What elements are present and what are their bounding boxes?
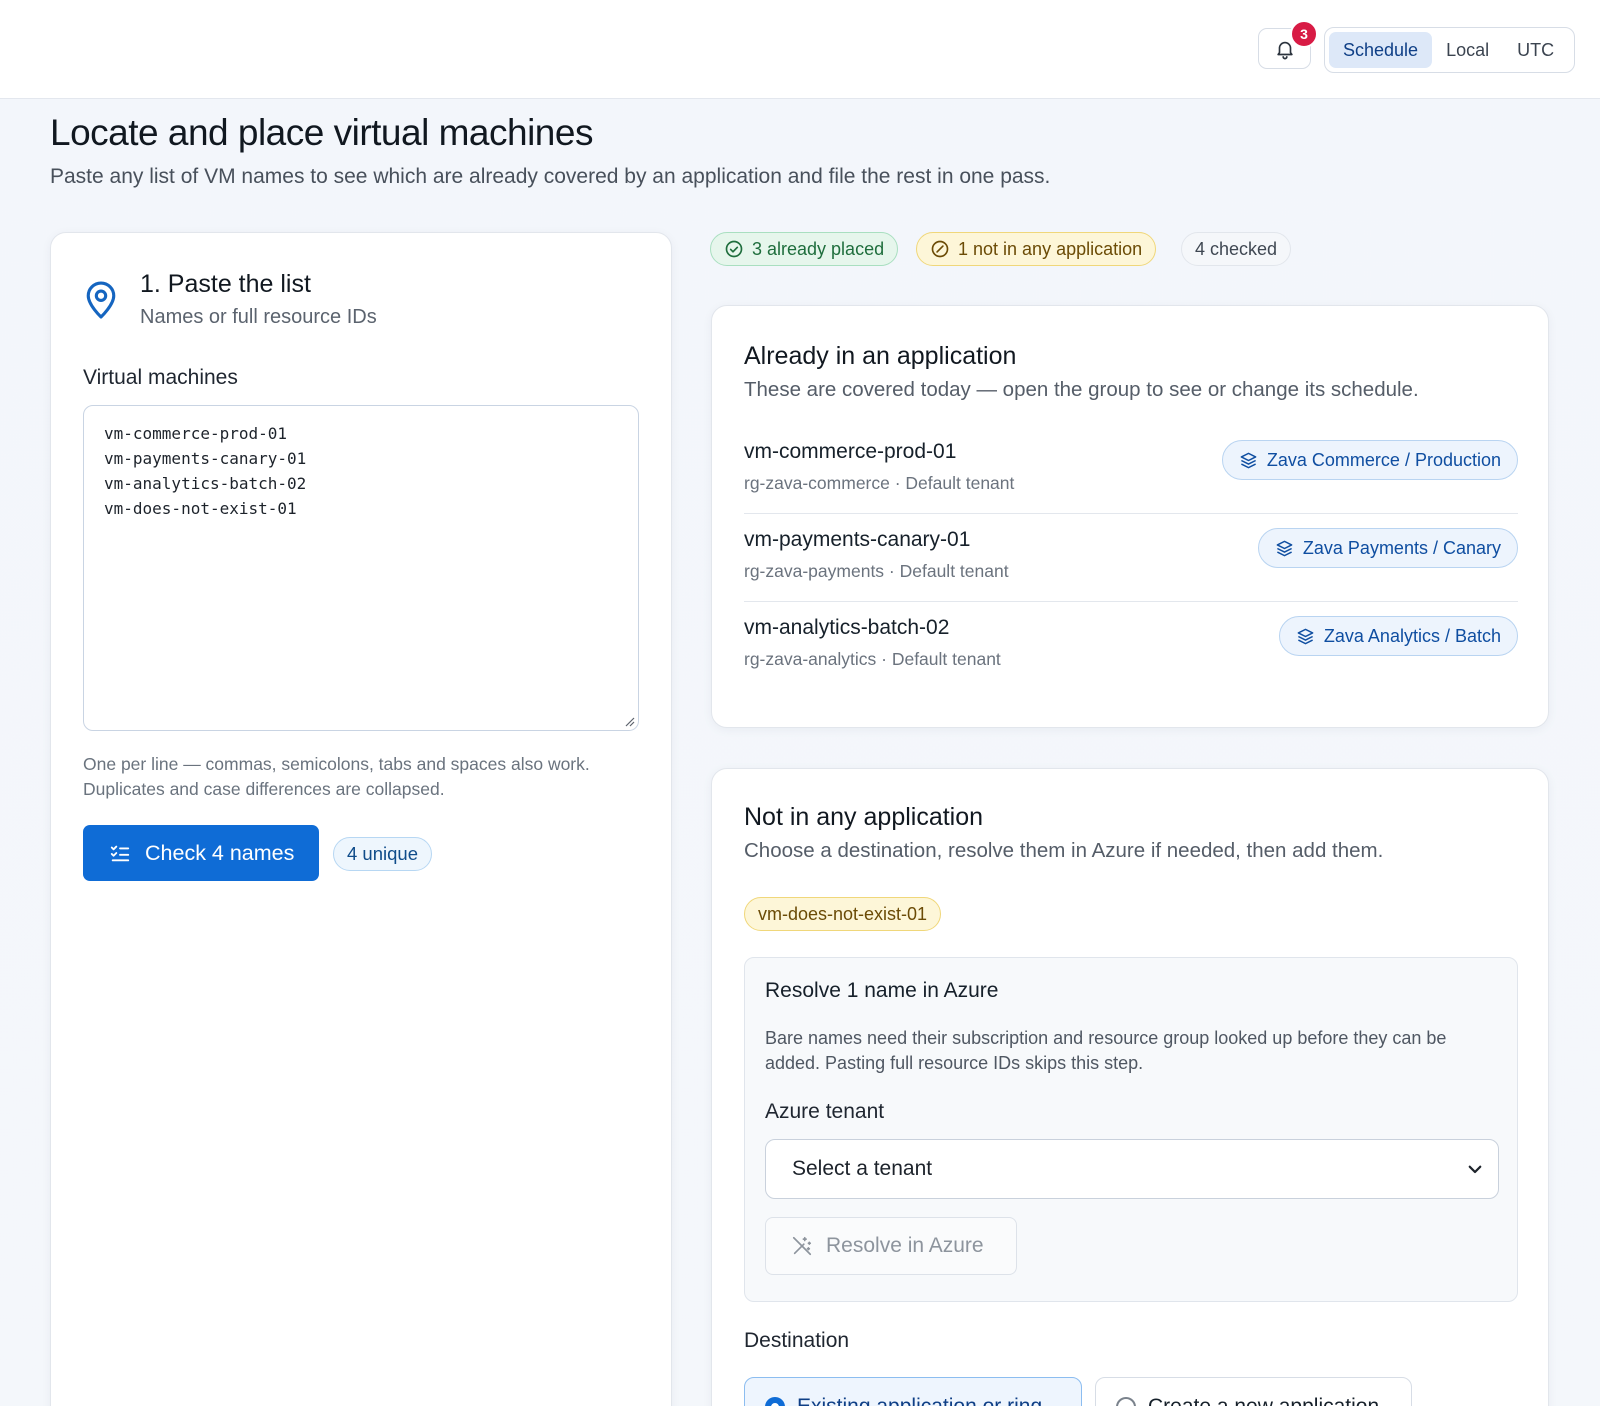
not-placed-count-pill: 1 not in any application (916, 232, 1157, 266)
not-placed-count-label: 1 not in any application (958, 238, 1143, 259)
timezone-toggle: Schedule Local UTC (1324, 27, 1575, 73)
page-title: Locate and place virtual machines (50, 112, 593, 153)
already-placed-subtitle: These are covered today — open the group… (744, 378, 1419, 401)
tz-option-schedule[interactable]: Schedule (1329, 32, 1433, 68)
checked-count-pill: 4 checked (1181, 232, 1292, 266)
application-link[interactable]: Zava Analytics / Batch (1278, 616, 1518, 656)
destination-label: Destination (744, 1329, 850, 1352)
unplaced-title: Not in any application (744, 803, 984, 831)
tz-option-local[interactable]: Local (1432, 32, 1503, 68)
vm-list-textarea[interactable]: vm-commerce-prod-01 vm-payments-canary-0… (83, 405, 639, 731)
unplaced-card: Not in any application Choose a destinat… (711, 768, 1549, 1406)
destination-new-radio[interactable]: Create a new application (1095, 1377, 1412, 1406)
unplaced-subtitle: Choose a destination, resolve them in Az… (744, 839, 1384, 862)
magic-wand-off-icon (792, 1236, 812, 1256)
layers-icon (1276, 540, 1293, 556)
step-title: 1. Paste the list (140, 270, 311, 298)
resolve-panel: Resolve 1 name in Azure Bare names need … (744, 957, 1518, 1302)
radio-selected-icon (765, 1397, 785, 1406)
step-subtitle: Names or full resource IDs (140, 306, 377, 328)
notification-count-badge: 3 (1290, 20, 1318, 48)
prohibited-icon (931, 240, 949, 258)
input-hint-line-1: One per line — commas, semicolons, tabs … (83, 754, 590, 774)
tenant-select[interactable]: Select a tenant (765, 1139, 1499, 1199)
paste-list-card: 1. Paste the list Names or full resource… (50, 232, 672, 1406)
input-hint-line-2: Duplicates and case differences are coll… (83, 779, 445, 799)
vm-list-label: Virtual machines (83, 366, 238, 389)
application-name: Zava Analytics / Batch (1323, 625, 1501, 646)
layers-icon (1240, 452, 1257, 468)
vm-name: vm-payments-canary-01 (744, 528, 971, 551)
vm-meta: rg-zava-commerce · Default tenant (744, 473, 1015, 493)
top-bar: 3 Schedule Local UTC (0, 0, 1600, 99)
resolve-button-label: Resolve in Azure (826, 1234, 984, 1257)
placed-count-pill: 3 already placed (710, 232, 899, 266)
tz-option-utc[interactable]: UTC (1503, 32, 1568, 68)
application-name: Zava Commerce / Production (1266, 449, 1501, 470)
checklist-icon (110, 845, 130, 862)
check-names-button[interactable]: Check 4 names (83, 825, 319, 881)
destination-existing-radio[interactable]: Existing application or ring (744, 1377, 1082, 1406)
placed-vm-row: vm-payments-canary-01 rg-zava-payments ·… (744, 514, 1518, 602)
unique-count-badge: 4 unique (333, 837, 432, 871)
chevron-down-icon (1468, 1165, 1482, 1174)
input-hint: One per line — commas, semicolons, tabs … (83, 752, 643, 802)
application-name: Zava Payments / Canary (1302, 537, 1501, 558)
placed-vm-row: vm-commerce-prod-01 rg-zava-commerce · D… (744, 426, 1518, 514)
destination-new-label: Create a new application (1148, 1395, 1379, 1406)
resolve-description: Bare names need their subscription and r… (765, 1028, 1447, 1073)
already-placed-card: Already in an application These are cove… (711, 305, 1549, 728)
resolve-in-azure-button[interactable]: Resolve in Azure (765, 1217, 1017, 1275)
location-pin-icon (86, 281, 116, 319)
already-placed-title: Already in an application (744, 342, 1017, 370)
application-link[interactable]: Zava Commerce / Production (1221, 440, 1518, 480)
check-names-label: Check 4 names (145, 840, 295, 865)
destination-existing-label: Existing application or ring (797, 1395, 1042, 1406)
tenant-select-value: Select a tenant (792, 1157, 933, 1180)
layers-icon (1297, 628, 1314, 644)
radio-unselected-icon (1116, 1397, 1136, 1406)
placed-vm-row: vm-analytics-batch-02 rg-zava-analytics … (744, 602, 1518, 690)
vm-name: vm-commerce-prod-01 (744, 440, 957, 463)
tenant-label: Azure tenant (765, 1100, 885, 1123)
resize-grip-icon[interactable] (625, 717, 635, 727)
check-circle-icon (725, 240, 743, 258)
placed-count-label: 3 already placed (752, 238, 885, 259)
application-link[interactable]: Zava Payments / Canary (1257, 528, 1518, 568)
vm-name: vm-analytics-batch-02 (744, 616, 950, 639)
unplaced-vm-chip: vm-does-not-exist-01 (744, 897, 942, 931)
resolve-title: Resolve 1 name in Azure (765, 979, 999, 1002)
vm-meta: rg-zava-payments · Default tenant (744, 561, 1009, 581)
page-subtitle: Paste any list of VM names to see which … (50, 165, 1051, 188)
vm-meta: rg-zava-analytics · Default tenant (744, 649, 1001, 669)
